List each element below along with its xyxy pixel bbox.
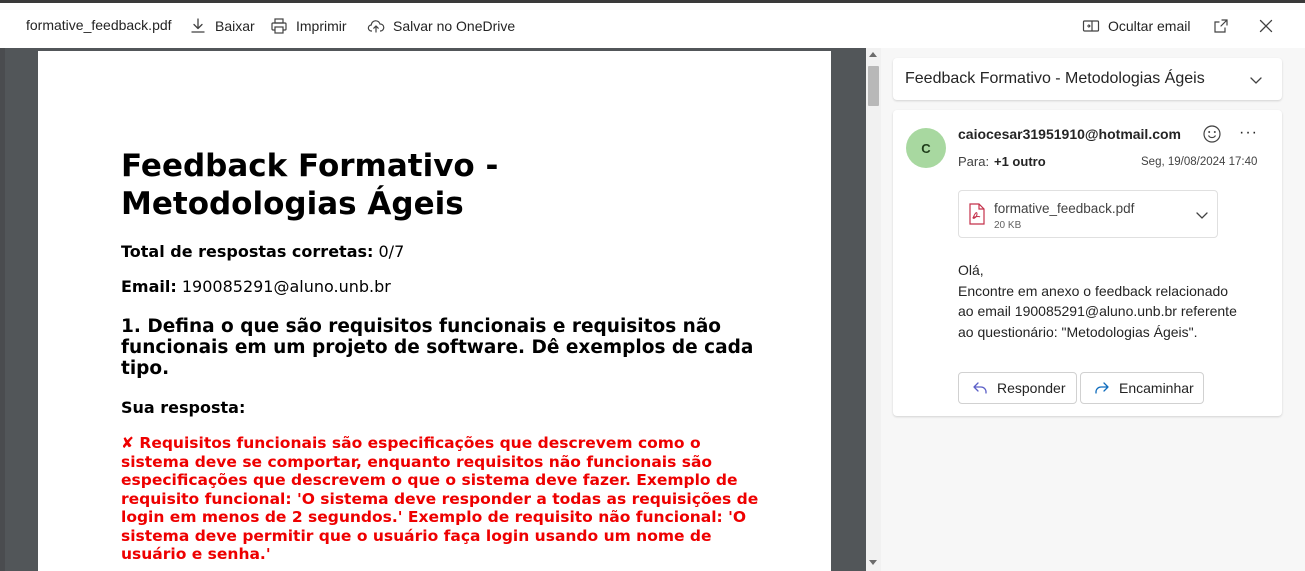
to-label: Para: [958, 154, 990, 169]
hide-panel-icon [1082, 20, 1100, 32]
message-date: Seg, 19/08/2024 17:40 [1141, 156, 1258, 168]
download-icon [191, 18, 205, 33]
save-onedrive-label: Salvar no OneDrive [393, 18, 516, 34]
popout-icon [1214, 19, 1228, 33]
smiley-icon[interactable] [1202, 124, 1222, 144]
forward-button[interactable]: Encaminhar [1080, 372, 1204, 404]
pdf-email-value: 190085291@aluno.unb.br [181, 277, 391, 296]
subject-header[interactable]: Feedback Formativo - Metodologias Ágeis [893, 58, 1282, 100]
cloud-upload-icon [367, 20, 385, 33]
pdf-email-label: Email: [121, 277, 177, 296]
email-reading-pane: Feedback Formativo - Metodologias Ágeis … [881, 48, 1305, 571]
email-subject: Feedback Formativo - Metodologias Ágeis [905, 70, 1205, 87]
body-greeting: Olá, [958, 262, 984, 278]
pdf-question: 1. Defina o que são requisitos funcionai… [121, 316, 754, 379]
pdf-file-icon [969, 203, 985, 225]
print-button[interactable]: Imprimir [270, 17, 347, 35]
hide-email-button[interactable]: Ocultar email [1082, 17, 1190, 35]
forward-label: Encaminhar [1119, 380, 1194, 396]
download-button[interactable]: Baixar [189, 17, 255, 35]
reply-button[interactable]: Responder [958, 372, 1077, 404]
pdf-title: Feedback Formativo - Metodologias Ágeis [121, 148, 499, 222]
avatar[interactable]: C [906, 128, 946, 168]
reply-icon [973, 382, 987, 394]
close-button[interactable] [1257, 17, 1275, 35]
attachment-name: formative_feedback.pdf [994, 201, 1135, 216]
file-name: formative_feedback.pdf [26, 17, 172, 33]
scroll-down-arrow-icon[interactable] [869, 560, 877, 565]
pdf-viewer[interactable]: Feedback Formativo - Metodologias Ágeis … [5, 48, 866, 571]
pdf-page: Feedback Formativo - Metodologias Ágeis … [38, 51, 831, 571]
pdf-total-value: 0/7 [378, 242, 405, 261]
pdf-answer-text: ✘ Requisitos funcionais são especificaçõ… [121, 434, 759, 563]
print-label: Imprimir [296, 18, 347, 34]
pdf-email-line: Email: 190085291@aluno.unb.br [121, 277, 391, 296]
download-label: Baixar [215, 18, 255, 34]
hide-email-label: Ocultar email [1108, 18, 1191, 34]
viewer-toolbar: formative_feedback.pdf Baixar Imprimir S… [0, 0, 1305, 48]
reply-label: Responder [997, 380, 1066, 396]
body-line-2: ao email 190085291@aluno.unb.br referent… [958, 303, 1237, 319]
attachment-card[interactable]: formative_feedback.pdf 20 KB [958, 190, 1218, 238]
chevron-down-icon[interactable] [1248, 72, 1264, 88]
message-card: C caiocesar31951910@hotmail.com ··· Para… [893, 110, 1282, 416]
more-options-icon[interactable]: ··· [1239, 124, 1258, 142]
pdf-total-label: Total de respostas corretas: [121, 242, 374, 261]
pdf-answer-label: Sua resposta: [121, 398, 246, 417]
printer-icon [271, 18, 287, 34]
scroll-up-arrow-icon[interactable] [869, 52, 877, 57]
save-onedrive-button[interactable]: Salvar no OneDrive [367, 17, 515, 35]
popout-button[interactable] [1212, 17, 1230, 35]
body-line-3: ao questionário: "Metodologias Ágeis". [958, 323, 1198, 340]
attachment-size: 20 KB [994, 220, 1022, 231]
scroll-thumb[interactable] [868, 66, 879, 106]
message-body: Olá, Encontre em anexo o feedback relaci… [958, 260, 1268, 342]
body-line-1: Encontre em anexo o feedback relacionado [958, 282, 1229, 299]
chevron-down-icon[interactable] [1194, 207, 1210, 223]
to-recipients[interactable]: +1 outro [994, 154, 1046, 169]
sender-address[interactable]: caiocesar31951910@hotmail.com [958, 126, 1181, 142]
forward-icon [1095, 382, 1109, 394]
pdf-total-line: Total de respostas corretas: 0/7 [121, 242, 404, 261]
vertical-scrollbar[interactable] [866, 48, 881, 571]
close-icon [1259, 19, 1273, 33]
